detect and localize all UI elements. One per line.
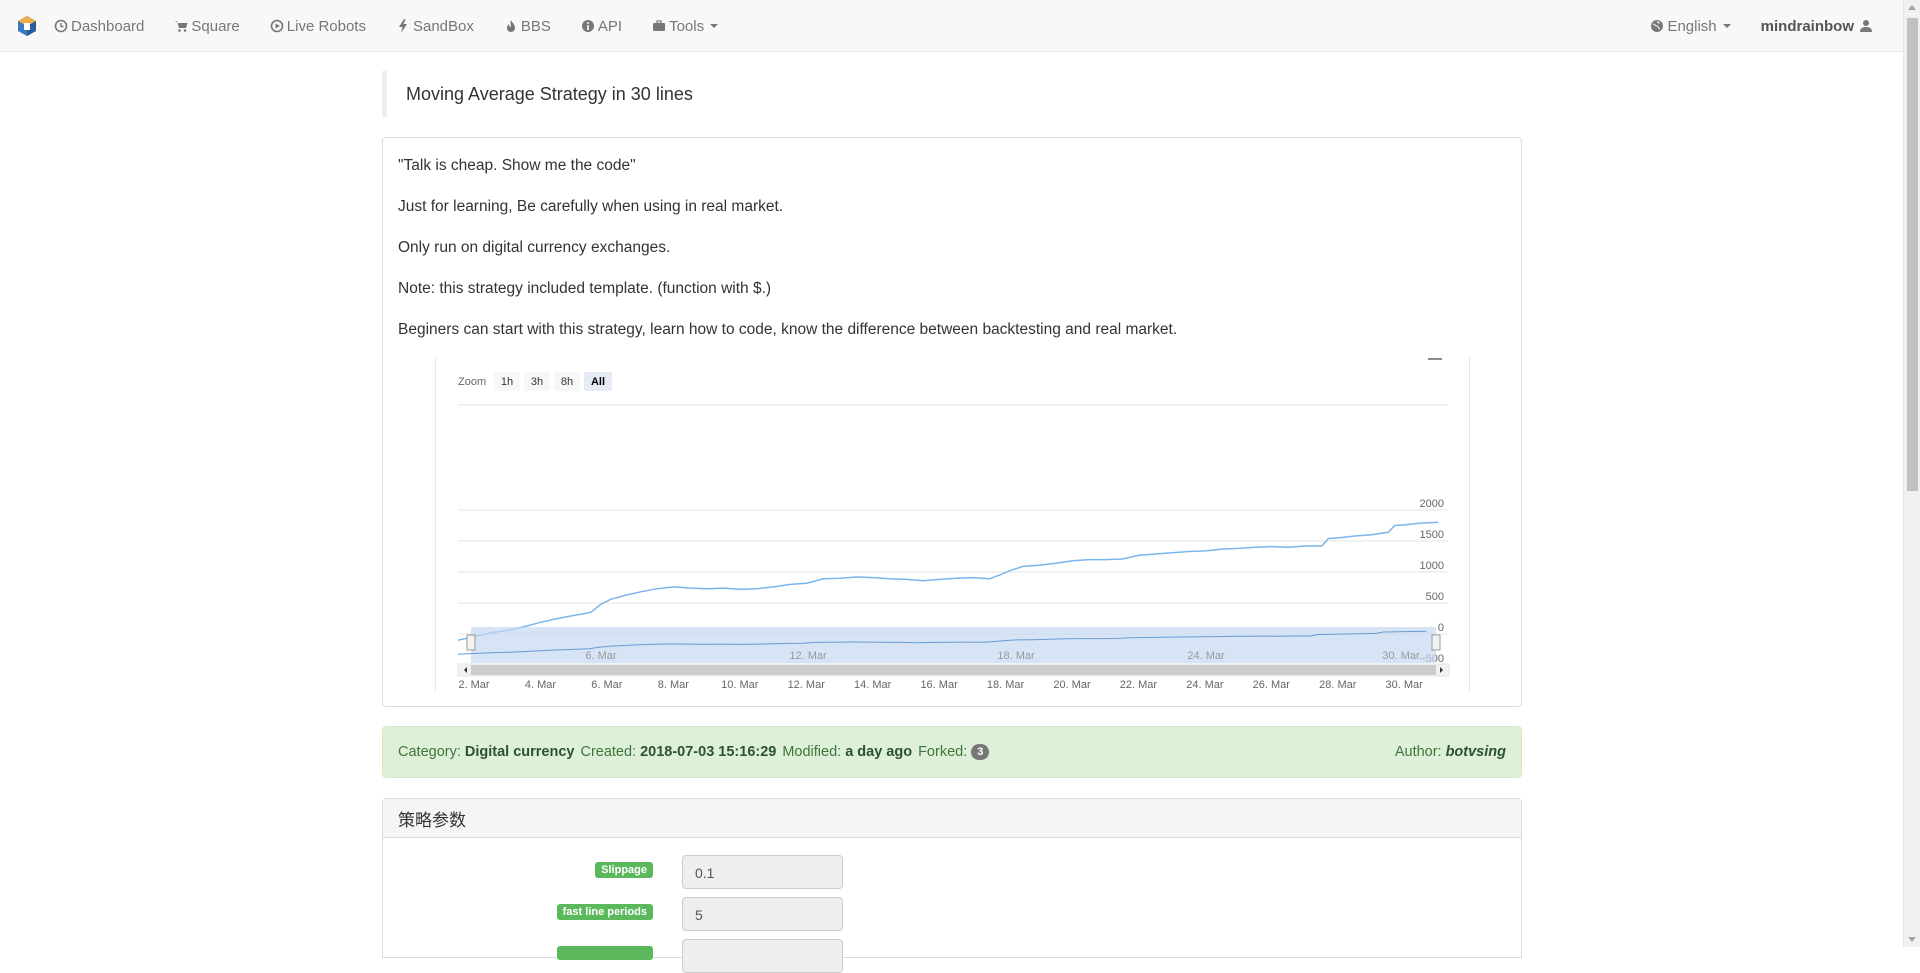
user-icon — [1860, 20, 1872, 32]
logo-icon[interactable] — [16, 15, 38, 37]
description-line: Only run on digital currency exchanges. — [398, 239, 671, 256]
modified-value: a day ago — [845, 744, 913, 760]
chevron-down-icon — [710, 24, 719, 28]
page-title: Moving Average Strategy in 30 lines — [406, 83, 693, 104]
description-panel: "Talk is cheap. Show me the code" Just f… — [382, 137, 1522, 707]
nav-sandbox-label: SandBox — [412, 17, 474, 35]
info-icon — [581, 20, 594, 32]
chart-navigator[interactable]: 6. Mar 12. Mar 18. Mar 24. Mar 30. Mar — [436, 627, 1471, 687]
category-label: Category: — [398, 744, 461, 760]
globe-icon — [1651, 20, 1664, 32]
navigator-tick-label: 30. Mar — [1382, 650, 1420, 662]
zoom-label: Zoom — [458, 376, 486, 388]
y-tick-label: 1500 — [1420, 529, 1444, 541]
nav-live-robots[interactable]: Live Robots — [270, 18, 366, 35]
param-label — [557, 946, 653, 960]
chevron-down-icon — [1722, 24, 1731, 28]
param-row: fast line periods 5 — [383, 897, 1523, 931]
navigator-tick-label: 6. Mar — [585, 650, 617, 662]
page-title-block: Moving Average Strategy in 30 lines — [382, 71, 1522, 117]
description-line: Beginers can start with this strategy, l… — [398, 321, 1178, 338]
nav-tools-label: Tools — [669, 17, 705, 35]
clock-icon — [54, 19, 68, 33]
description-line: "Talk is cheap. Show me the code" — [398, 157, 636, 174]
navigator-tick-label: 24. Mar — [1187, 650, 1225, 662]
main-nav: Dashboard Square Live Robots SandBox BBS… — [54, 0, 748, 52]
description-line: Just for learning, Be carefully when usi… — [398, 198, 784, 215]
modified-label: Modified: — [782, 744, 842, 760]
language-dropdown[interactable]: English — [1650, 17, 1731, 35]
author-link[interactable]: botvsing — [1446, 744, 1506, 760]
param-input[interactable] — [682, 939, 843, 973]
param-label: fast line periods — [556, 904, 653, 920]
nav-square[interactable]: Square — [174, 17, 240, 35]
zoom-button-label: All — [591, 376, 605, 388]
description-line: Note: this strategy included template. (… — [398, 280, 772, 297]
category-value[interactable]: Digital currency — [465, 744, 575, 760]
page-scrollbar[interactable] — [1903, 0, 1920, 947]
top-navbar: Dashboard Square Live Robots SandBox BBS… — [0, 0, 1903, 52]
nav-right: English mindrainbow — [1650, 0, 1873, 52]
y-tick-label: 2000 — [1420, 498, 1444, 510]
param-label: Slippage — [595, 862, 653, 878]
nav-live-robots-label: Live Robots — [286, 17, 366, 35]
navigator-tick-label: 18. Mar — [997, 650, 1035, 662]
nav-bbs[interactable]: BBS — [504, 18, 551, 35]
nav-sandbox[interactable]: SandBox — [396, 18, 474, 35]
zoom-button-label: 8h — [561, 376, 573, 388]
param-input-slippage[interactable]: 0.1 — [682, 855, 843, 889]
user-menu[interactable]: mindrainbow — [1761, 18, 1873, 35]
author-label: Author: — [1394, 744, 1442, 760]
play-circle-icon — [270, 19, 284, 33]
author-block: Author: botvsing — [1395, 727, 1506, 777]
equity-chart[interactable]: Zoom 1h3h8hAll 2000150010005000−500 2. M… — [435, 357, 1470, 692]
param-input-fast-line-periods[interactable]: 5 — [682, 897, 843, 931]
nav-api-label: API — [597, 17, 623, 35]
navigator-handle[interactable] — [466, 634, 476, 651]
created-value: 2018-07-03 15:16:29 — [640, 744, 777, 760]
nav-dashboard-label: Dashboard — [71, 17, 145, 35]
scrollbar-thumb[interactable] — [1907, 18, 1918, 491]
strategy-params-panel: 策略参数 Slippage 0.1 fast line periods 5 — [382, 798, 1523, 973]
scroll-up-icon[interactable] — [1908, 5, 1916, 10]
nav-bbs-label: BBS — [520, 17, 551, 35]
y-tick-label: 1000 — [1420, 560, 1444, 572]
username: mindrainbow — [1760, 17, 1854, 35]
language-label: English — [1667, 17, 1717, 35]
forked-count-badge: 3 — [971, 744, 990, 760]
params-heading: 策略参数 — [383, 799, 1521, 838]
y-tick-label: 500 — [1426, 591, 1444, 603]
briefcase-icon — [653, 20, 666, 31]
scroll-down-icon[interactable] — [1908, 937, 1916, 942]
lightning-icon — [398, 19, 407, 33]
forked-label: Forked: — [918, 744, 968, 760]
nav-dashboard[interactable]: Dashboard — [54, 18, 144, 35]
navigator-tick-label: 12. Mar — [789, 650, 827, 662]
fire-icon — [506, 20, 515, 32]
param-row: Slippage 0.1 — [383, 855, 1523, 889]
navigator-scrollbar-thumb[interactable] — [471, 665, 1436, 675]
series-line — [457, 521, 1439, 641]
cart-icon — [175, 21, 188, 32]
navigator-handle[interactable] — [1431, 634, 1441, 651]
zoom-button-label: 1h — [501, 376, 513, 388]
nav-square-label: Square — [191, 17, 240, 35]
param-row — [383, 939, 1523, 973]
nav-tools-dropdown[interactable]: Tools — [652, 17, 719, 35]
zoom-button-label: 3h — [531, 376, 543, 388]
strategy-info-bar: Category: Digital currency Created: 2018… — [382, 726, 1522, 778]
created-label: Created: — [580, 744, 637, 760]
nav-api[interactable]: API — [581, 18, 622, 35]
